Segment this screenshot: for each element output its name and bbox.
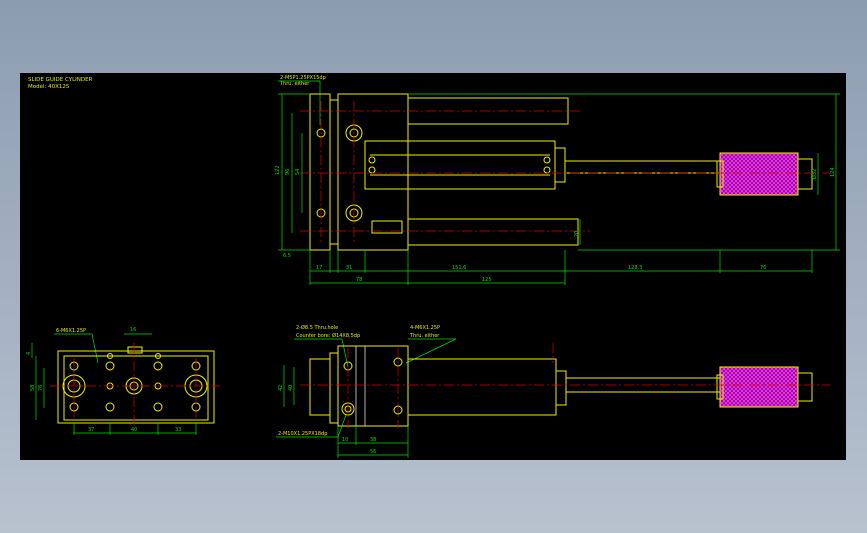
dim-end-76: 76 xyxy=(38,385,44,391)
dim-top-125: 125 xyxy=(482,277,492,283)
dim-front-10: 10 xyxy=(342,437,348,443)
cad-viewport[interactable]: SLIDE GUIDE CYLINDER Model: 40X125 2-M5P… xyxy=(20,73,846,460)
dim-end-16: 16 xyxy=(130,327,136,333)
dim-top-20: 20 xyxy=(574,231,580,237)
top-view: 2-M5P1.25PX15dp Thru. either 122 96 54 6… xyxy=(275,75,840,285)
dim-end-37: 37 xyxy=(88,427,94,433)
top-piston-rod xyxy=(564,160,721,174)
dim-top-32: Ø32 xyxy=(811,169,818,179)
dim-top-31: 31 xyxy=(346,265,352,271)
front-view: 2-Ø8.5 Thru.hole Counter bore: Ø14X8.5dp… xyxy=(276,324,830,458)
dim-top-6-5: 6.5 xyxy=(283,253,291,259)
front-callout-left: 2-Ø8.5 Thru.hole xyxy=(296,324,338,331)
dim-top-122: 122 xyxy=(275,165,281,175)
dim-end-58: 58 xyxy=(30,385,36,391)
dim-front-40: 40 xyxy=(288,385,294,391)
end-callout-leader xyxy=(54,333,99,364)
cad-drawing: SLIDE GUIDE CYLINDER Model: 40X125 2-M5P… xyxy=(26,75,840,458)
end-top-boss xyxy=(127,346,143,354)
dim-front-56: 56 xyxy=(370,449,376,455)
drawing-title: SLIDE GUIDE CYLINDER xyxy=(28,77,93,83)
end-body-outline xyxy=(57,350,215,424)
front-callout-right: 4-M6X1.25P xyxy=(410,325,440,331)
dim-top-124: 124 xyxy=(830,167,836,177)
top-cylinder-tube xyxy=(364,140,556,190)
front-end-nut xyxy=(797,372,813,402)
top-knurled-knob xyxy=(719,152,799,196)
end-view: 6-M6X1.25P 16 4 58 76 37 40 33 xyxy=(26,327,220,435)
front-callout-left-sub: Counter bore: Ø14X8.5dp xyxy=(296,332,360,339)
dim-end-33: 33 xyxy=(175,427,181,433)
dim-top-128-3: 128.3 xyxy=(628,265,642,271)
front-plate-flange xyxy=(329,352,339,424)
dim-end-4: 4 xyxy=(26,352,32,355)
top-callout-leader xyxy=(278,80,321,125)
top-plate-flange xyxy=(329,99,339,245)
dim-top-96: 96 xyxy=(285,169,291,175)
top-body-block xyxy=(337,93,409,251)
top-guide-rod-lower xyxy=(407,218,579,246)
dim-front-38: 38 xyxy=(370,437,376,443)
dim-end-40: 40 xyxy=(131,427,137,433)
dim-top-17: 17 xyxy=(316,265,322,271)
top-callout-holes-sub: Thru. either xyxy=(279,81,310,87)
dim-front-42: 42 xyxy=(278,385,284,391)
end-body-inner xyxy=(63,355,209,421)
front-callout-right-sub: Thru. either xyxy=(409,333,440,339)
top-end-nut xyxy=(797,158,813,190)
drawing-model: Model: 40X125 xyxy=(28,84,70,90)
front-callout-bottom: 2-M10X1.25PX18dp xyxy=(278,431,327,437)
front-knurled-knob xyxy=(719,366,799,408)
front-rod-cover xyxy=(555,370,567,406)
front-callout-left-leader xyxy=(294,338,349,368)
dim-top-76: 76 xyxy=(760,265,766,271)
dim-top-54: 54 xyxy=(295,169,301,175)
end-callout-holes: 6-M6X1.25P xyxy=(56,328,86,334)
front-end-plate xyxy=(309,358,331,416)
front-cylinder-tube xyxy=(407,358,557,416)
top-rod-cover xyxy=(554,147,566,183)
dim-top-151-6: 151.6 xyxy=(452,265,466,271)
dim-top-78: 78 xyxy=(356,277,362,283)
